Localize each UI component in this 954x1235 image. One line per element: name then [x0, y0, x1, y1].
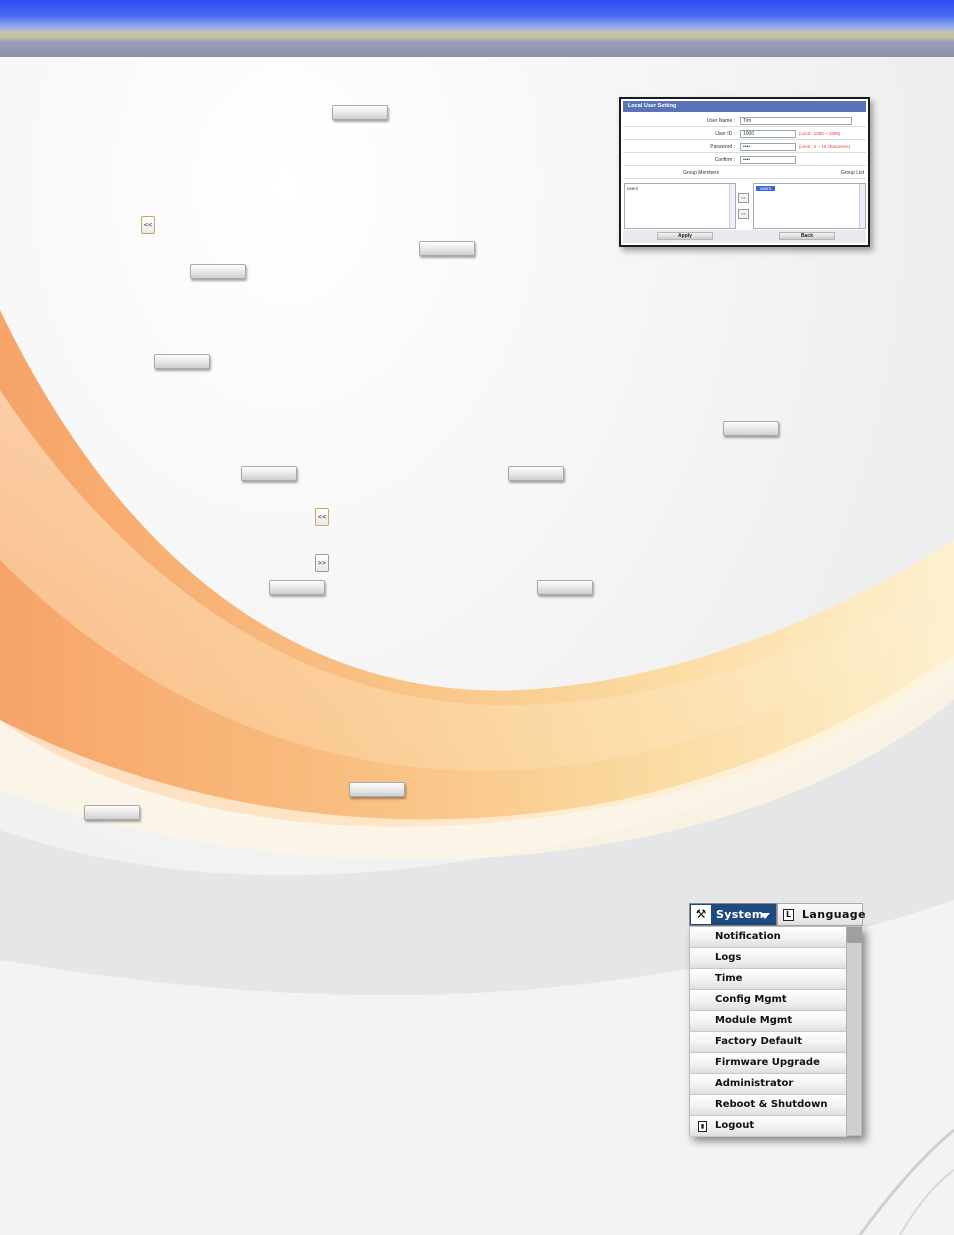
language-menu-tab[interactable]: L Language	[777, 903, 866, 926]
inline-button-4[interactable]	[154, 354, 210, 369]
inline-button-1[interactable]	[332, 105, 388, 120]
group-members-label: Group Members	[683, 170, 720, 176]
local-user-setting-panel: Local User Setting User Name : Tim User …	[619, 97, 870, 247]
confirm-row: Confirm : ••••	[623, 154, 866, 166]
inline-button-7[interactable]	[508, 466, 564, 481]
panel-footer: Apply Back	[623, 230, 866, 243]
password-input[interactable]: ••••	[740, 143, 796, 151]
move-right-arrow-button[interactable]: >>	[315, 554, 329, 572]
system-menu-tab[interactable]: ⚒ System	[689, 903, 777, 926]
inline-button-9[interactable]	[537, 580, 593, 595]
inline-button-3[interactable]	[190, 264, 246, 279]
user-id-hint: (Limit : 1000 ~ 1999)	[799, 131, 841, 136]
password-hint: (Limit : 4 ~ 16 characters)	[799, 144, 851, 149]
menu-item-logs[interactable]: Logs	[690, 948, 847, 969]
user-id-row: User ID : 1000 (Limit : 1000 ~ 1999)	[623, 128, 866, 140]
user-name-label: User Name :	[706, 118, 735, 124]
panel-title: Local User Setting	[623, 101, 866, 112]
menu-item-logout-label: Logout	[715, 1120, 755, 1131]
menu-item-logout[interactable]: ▮ Logout	[690, 1116, 847, 1137]
menu-item-administrator-password[interactable]: Administrator Password	[690, 1074, 847, 1109]
inline-button-2[interactable]	[419, 241, 475, 256]
confirm-label: Confirm :	[714, 157, 735, 163]
confirm-input[interactable]: ••••	[740, 156, 796, 164]
language-tab-label: Language	[802, 908, 866, 921]
user-name-input[interactable]: Tim	[740, 117, 852, 125]
user-name-row: User Name : Tim	[623, 115, 866, 127]
wrench-icon: ⚒	[691, 905, 711, 924]
system-tab-label: System	[716, 908, 764, 921]
inline-button-10[interactable]	[349, 782, 405, 797]
group-list-scrollbar[interactable]	[859, 184, 865, 228]
move-to-members-button[interactable]: <<	[738, 193, 749, 203]
menu-item-time[interactable]: Time	[690, 969, 847, 990]
group-list-label: Group List	[840, 170, 864, 176]
system-dropdown-list: Notification Logs Time Config Mgmt Modul…	[689, 926, 862, 1137]
system-menu: ⚒ System L Language Notification Logs Ti…	[689, 903, 866, 1137]
logout-icon: ▮	[698, 1121, 707, 1132]
group-members-list[interactable]: users	[624, 183, 736, 229]
group-list[interactable]: users	[753, 183, 866, 229]
chevron-down-icon	[760, 913, 770, 919]
language-icon: L	[783, 909, 794, 921]
top-header-bar	[0, 0, 954, 57]
user-id-label: User ID :	[715, 131, 735, 137]
members-scrollbar[interactable]	[729, 184, 735, 228]
password-label: Password :	[710, 144, 735, 150]
move-left-arrow-button-2[interactable]: <<	[315, 508, 329, 526]
inline-button-6[interactable]	[241, 466, 297, 481]
menu-item-notification[interactable]: Notification	[690, 927, 847, 948]
menu-item-factory-default[interactable]: Factory Default	[690, 1032, 847, 1053]
menu-item-module-mgmt[interactable]: Module Mgmt	[690, 1011, 847, 1032]
back-button[interactable]: Back	[779, 232, 835, 240]
group-list-item[interactable]: users	[756, 186, 776, 191]
inline-button-5[interactable]	[723, 421, 779, 436]
menu-item-reboot-shutdown[interactable]: Reboot & Shutdown	[690, 1095, 847, 1116]
user-id-input[interactable]: 1000	[740, 130, 796, 138]
menu-item-config-mgmt[interactable]: Config Mgmt	[690, 990, 847, 1011]
password-row: Password : •••• (Limit : 4 ~ 16 characte…	[623, 141, 866, 153]
group-header-row: Group Members Group List	[623, 167, 866, 179]
apply-button[interactable]: Apply	[657, 232, 713, 240]
move-left-arrow-button-1[interactable]: <<	[141, 216, 155, 234]
menu-scrollbar[interactable]	[846, 927, 862, 1135]
group-member-item[interactable]: users	[627, 186, 638, 191]
inline-button-11[interactable]	[84, 805, 140, 820]
move-to-groups-button[interactable]: >>	[738, 209, 749, 219]
inline-button-8[interactable]	[269, 580, 325, 595]
menu-item-firmware-upgrade[interactable]: Firmware Upgrade	[690, 1053, 847, 1074]
